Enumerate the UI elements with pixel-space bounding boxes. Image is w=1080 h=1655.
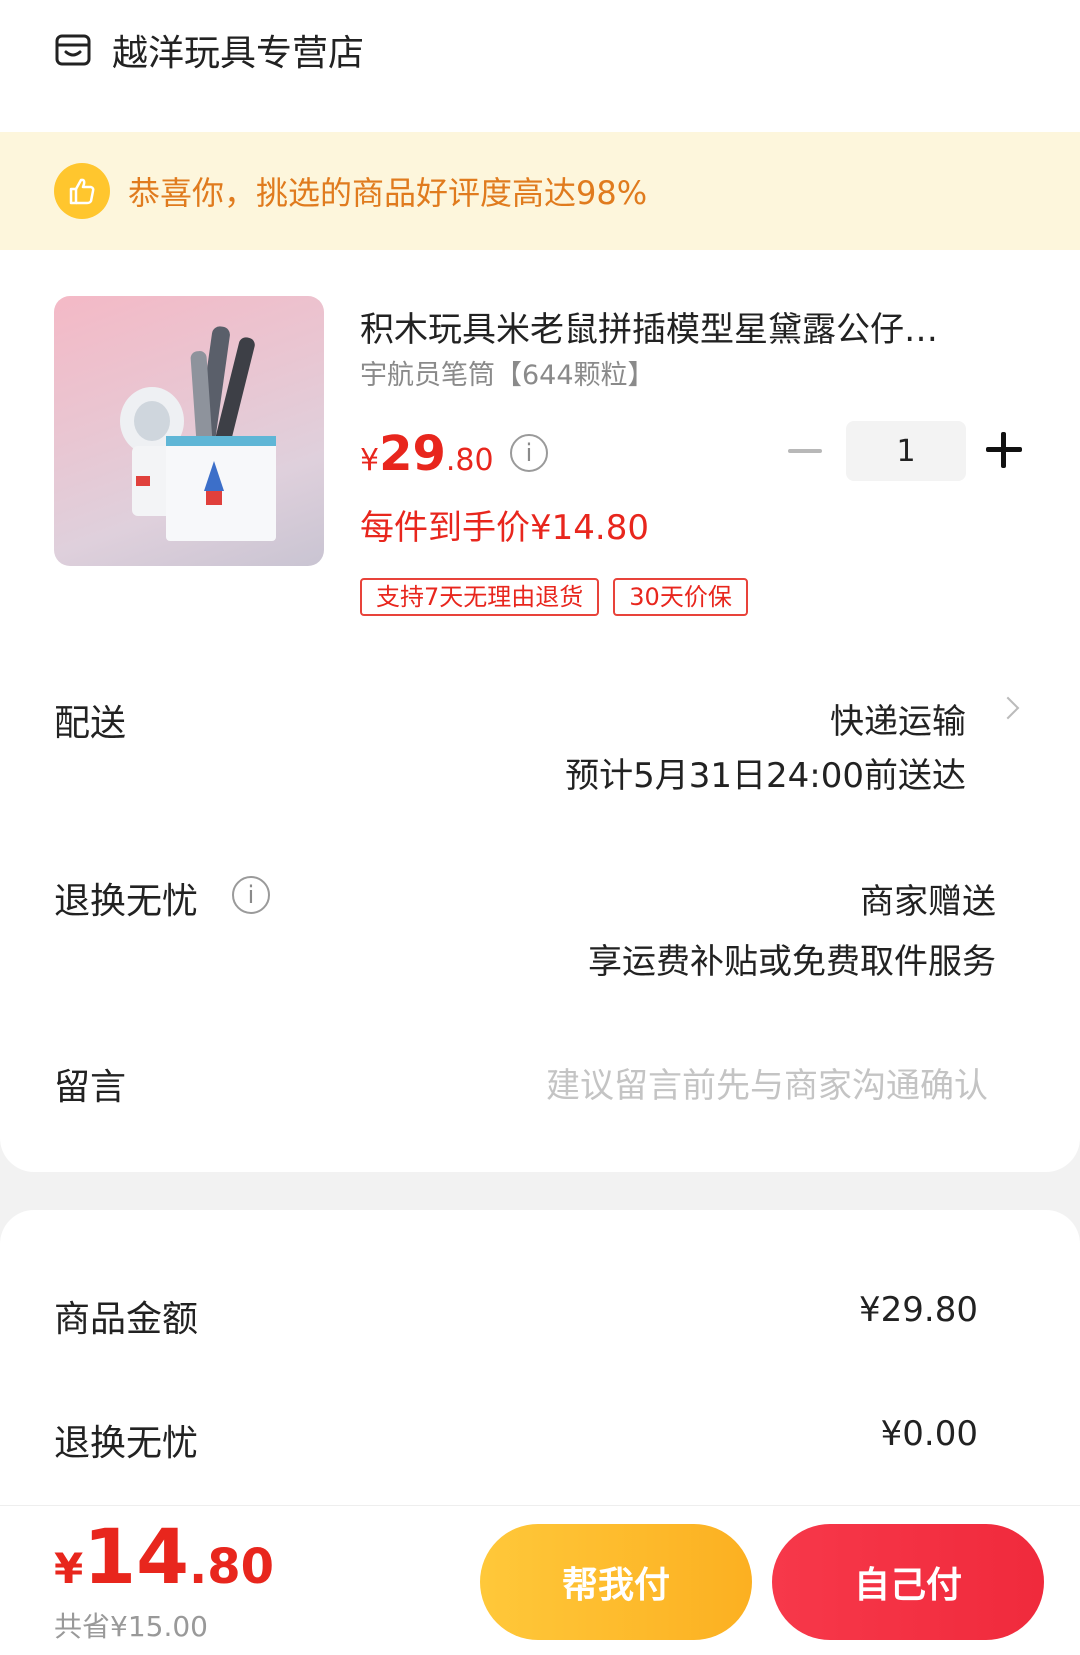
message-label: 留言 — [54, 1067, 127, 1108]
return-service-desc: 享运费补贴或免费取件服务 — [588, 942, 996, 982]
total-decimal: .80 — [189, 1539, 275, 1595]
unit-price-text: 每件到手价¥14.80 — [360, 508, 649, 548]
delivery-eta: 预计5月31日24:00前送达 — [565, 756, 966, 796]
product-price: ¥ 29 .80 — [360, 426, 494, 482]
price-integer: 29 — [379, 426, 446, 482]
total-integer: 14 — [83, 1512, 189, 1601]
goods-amount-value: ¥29.80 — [859, 1290, 978, 1330]
goods-amount-label: 商品金额 — [54, 1299, 199, 1340]
price-symbol: ¥ — [360, 443, 380, 478]
quantity-input[interactable]: 1 — [846, 421, 966, 481]
saved-amount: 共省¥15.00 — [54, 1610, 208, 1643]
return-service-label: 退换无忧 — [54, 881, 199, 922]
product-spec[interactable]: 宇航员笔筒【644颗粒】 — [360, 353, 655, 392]
total-symbol: ¥ — [54, 1544, 84, 1593]
delivery-method[interactable]: 快递运输 — [830, 694, 966, 743]
product-title[interactable]: 积木玩具米老鼠拼插模型星黛露公仔… — [360, 302, 1020, 351]
help-pay-button[interactable]: 帮我付 — [480, 1524, 752, 1640]
store-name[interactable]: 越洋玩具专营店 — [112, 24, 364, 76]
service-tag: 支持7天无理由退货 — [360, 578, 600, 616]
quantity-minus-button[interactable] — [788, 449, 822, 453]
service-tag: 30天价保 — [613, 578, 748, 616]
return-fee-label: 退换无忧 — [54, 1423, 199, 1464]
rating-banner-text: 恭喜你，挑选的商品好评度高达98% — [128, 174, 648, 212]
rating-banner: 恭喜你，挑选的商品好评度高达98% — [0, 132, 1080, 250]
delivery-label: 配送 — [54, 703, 127, 744]
store-row[interactable]: 越洋玩具专营店 — [54, 22, 364, 78]
self-pay-button[interactable]: 自己付 — [772, 1524, 1044, 1640]
total-price: ¥ 14 .80 — [54, 1512, 274, 1601]
quantity-plus-button[interactable] — [986, 432, 1022, 468]
message-input[interactable]: 建议留言前先与商家沟通确认 — [546, 1058, 988, 1107]
store-icon — [55, 34, 91, 66]
thumbs-up-icon — [54, 163, 110, 219]
return-service-value: 商家赠送 — [860, 882, 996, 922]
price-info-icon[interactable]: i — [510, 434, 548, 472]
service-tags: 支持7天无理由退货 30天价保 — [360, 578, 748, 616]
return-info-icon[interactable]: i — [232, 876, 270, 914]
return-fee-value: ¥0.00 — [880, 1414, 978, 1454]
product-image[interactable] — [54, 296, 324, 566]
price-decimal: .80 — [445, 443, 494, 478]
